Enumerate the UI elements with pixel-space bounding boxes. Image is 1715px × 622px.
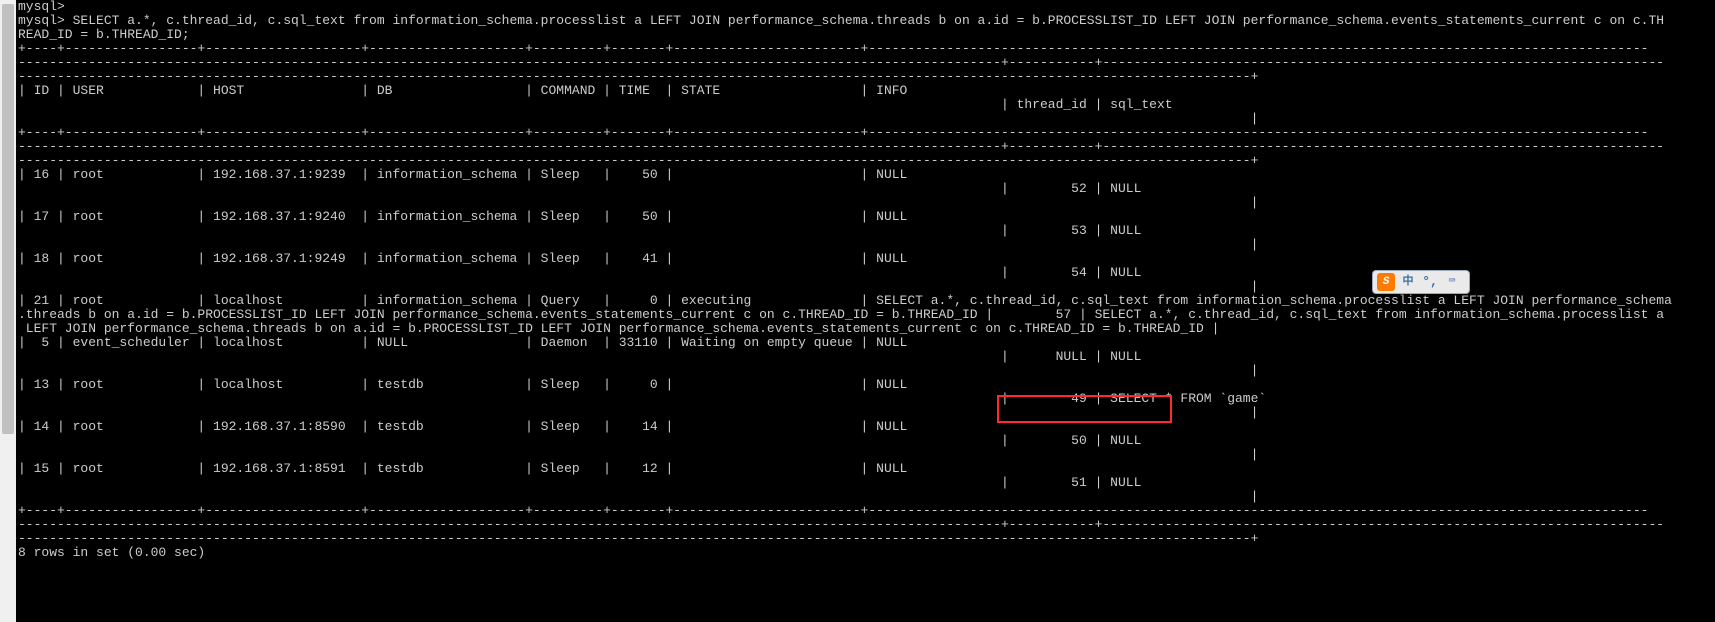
result-summary: 8 rows in set (0.00 sec) [18, 545, 205, 560]
table-separator: ----------------------------------------… [18, 153, 1258, 168]
table-row: LEFT JOIN performance_schema.threads b o… [18, 321, 1219, 336]
table-header: | [18, 111, 1258, 126]
table-row: | 17 | root | 192.168.37.1:9240 | inform… [18, 209, 907, 224]
table-row: | 49 | SELECT * FROM `game` [18, 391, 1266, 406]
table-row: | [18, 405, 1258, 420]
table-separator: ----------------------------------------… [18, 69, 1258, 84]
table-row: | 18 | root | 192.168.37.1:9249 | inform… [18, 251, 907, 266]
table-row: | 5 | event_scheduler | localhost | NULL… [18, 335, 907, 350]
table-row: | 50 | NULL [18, 433, 1141, 448]
table-row: | 13 | root | localhost | testdb | Sleep… [18, 377, 907, 392]
table-row: | 53 | NULL [18, 223, 1141, 238]
table-separator: ----------------------------------------… [18, 55, 1664, 70]
table-row: | 14 | root | 192.168.37.1:8590 | testdb… [18, 419, 907, 434]
table-row: | 52 | NULL [18, 181, 1141, 196]
prompt-cutoff: mysql> [18, 0, 65, 14]
table-separator: +----+-----------------+----------------… [18, 41, 1648, 56]
table-row: | NULL | NULL [18, 349, 1141, 364]
ime-logo-icon[interactable]: S [1377, 273, 1395, 291]
table-row: | [18, 489, 1258, 504]
query-line-2: READ_ID = b.THREAD_ID; [18, 27, 190, 42]
table-row: .threads b on a.id = b.PROCESSLIST_ID LE… [18, 307, 1664, 322]
table-header: | ID | USER | HOST | DB | COMMAND | TIME… [18, 83, 907, 98]
table-row: | [18, 447, 1258, 462]
table-separator: ----------------------------------------… [18, 517, 1664, 532]
table-separator: ----------------------------------------… [18, 531, 1258, 546]
table-separator: +----+-----------------+----------------… [18, 503, 1648, 518]
table-row: | [18, 195, 1258, 210]
ime-mode-icon[interactable]: 中 [1399, 273, 1417, 291]
table-row: | 16 | root | 192.168.37.1:9239 | inform… [18, 167, 907, 182]
ime-punct-icon[interactable]: °, [1421, 273, 1439, 291]
ime-toolbar[interactable]: S 中 °, ⌨ [1372, 270, 1470, 294]
table-row: | 15 | root | 192.168.37.1:8591 | testdb… [18, 461, 907, 476]
table-row: | [18, 279, 1258, 294]
table-row: | [18, 363, 1258, 378]
table-row: | 51 | NULL [18, 475, 1141, 490]
table-row: | 21 | root | localhost | information_sc… [18, 293, 1672, 308]
table-row: | 54 | NULL [18, 265, 1141, 280]
query-line-1: mysql> SELECT a.*, c.thread_id, c.sql_te… [18, 13, 1664, 28]
table-row: | [18, 237, 1258, 252]
keyboard-icon[interactable]: ⌨ [1443, 273, 1461, 291]
table-header: | thread_id | sql_text [18, 97, 1173, 112]
table-separator: ----------------------------------------… [18, 139, 1664, 154]
table-separator: +----+-----------------+----------------… [18, 125, 1648, 140]
